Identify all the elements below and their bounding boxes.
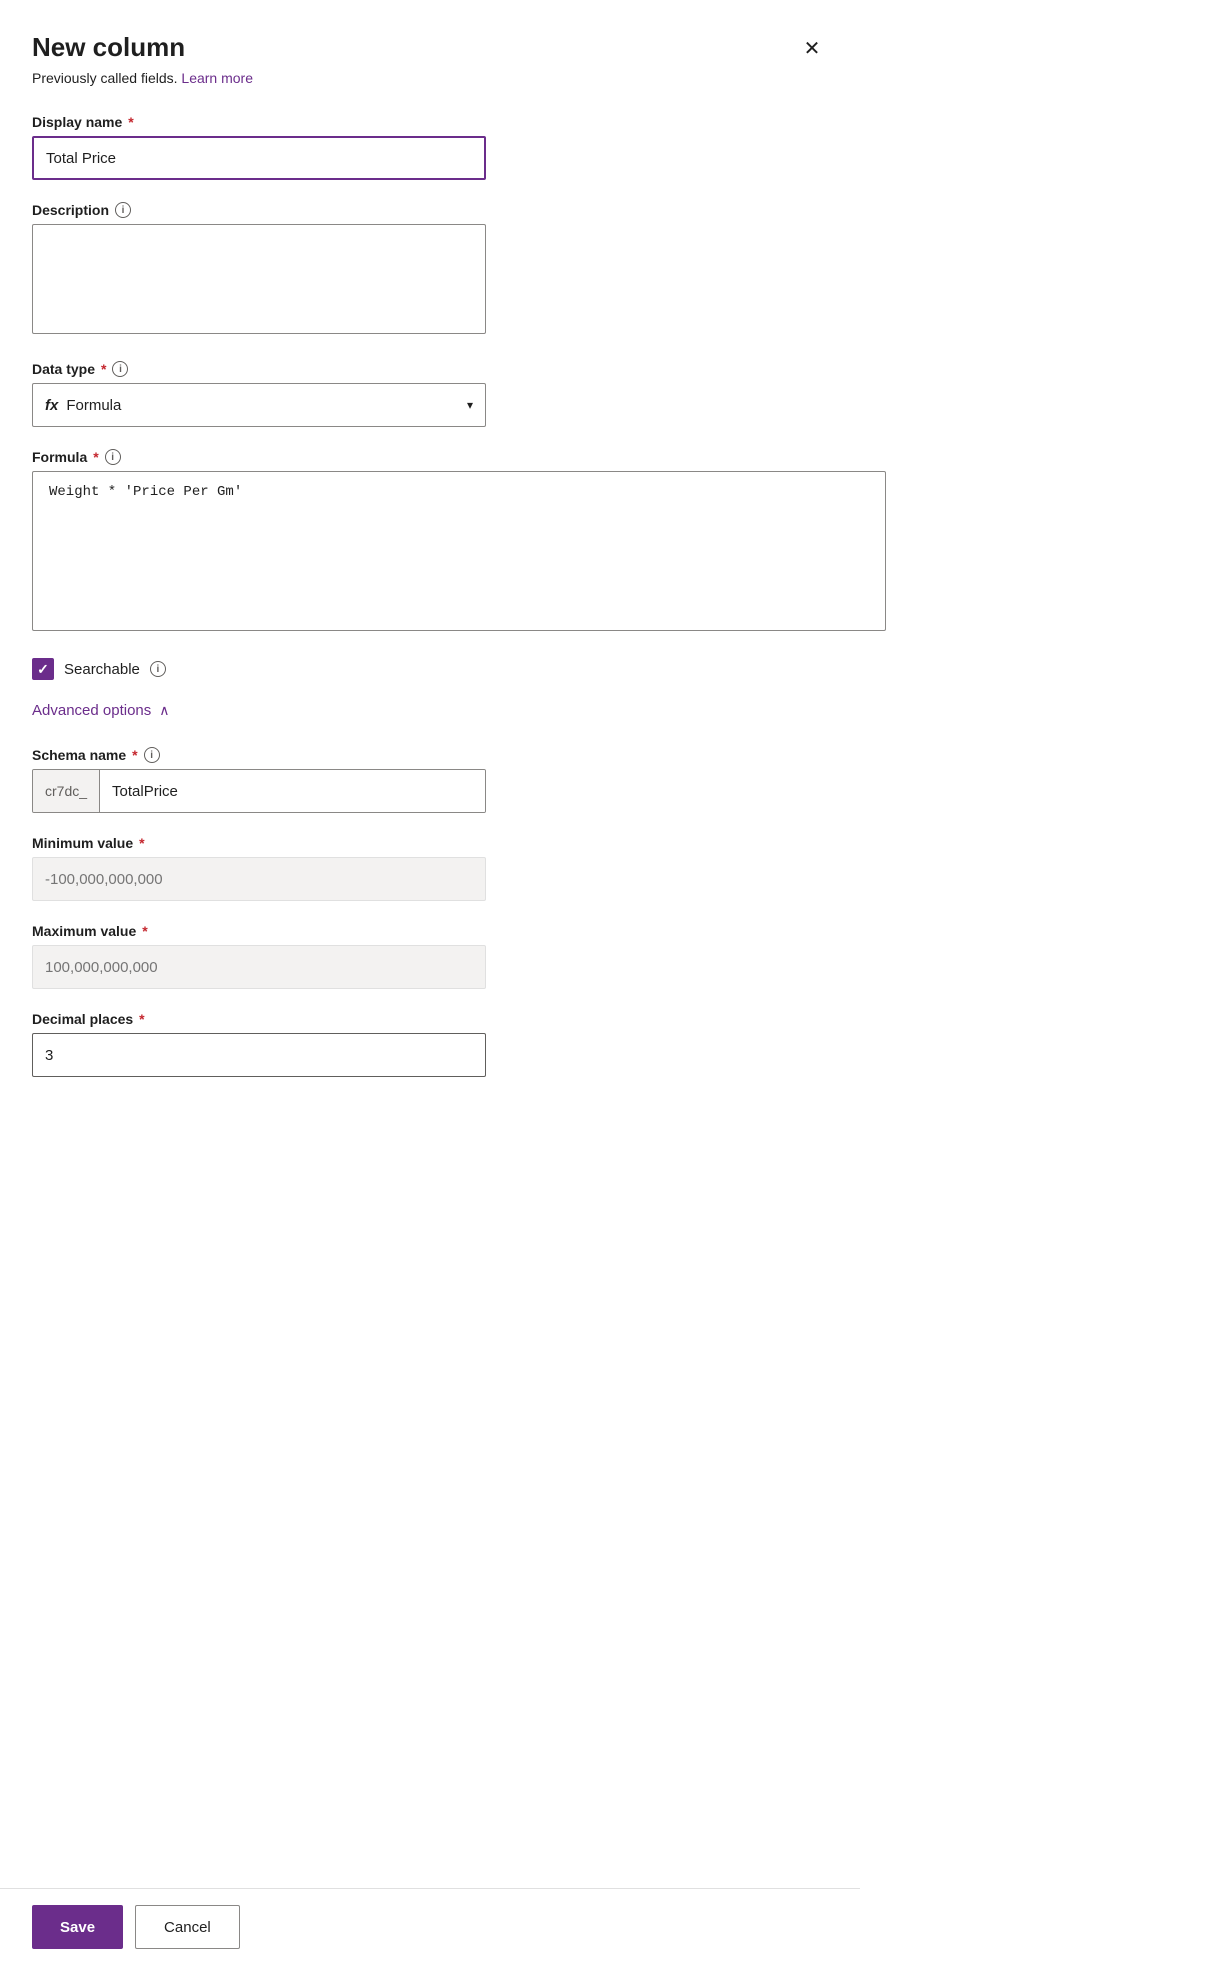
close-button[interactable]: ✕ [796,32,828,64]
searchable-checkbox-wrapper[interactable]: ✓ [32,658,54,680]
decimal-places-input[interactable] [32,1033,486,1077]
description-group: Description i [32,202,828,339]
subtitle: Previously called fields. Learn more [32,70,828,86]
maximum-value-label: Maximum value * [32,923,828,939]
panel-title: New column [32,32,185,63]
schema-name-label: Schema name * i [32,747,828,763]
advanced-options-chevron: ∧ [159,702,169,719]
formula-required: * [93,449,98,465]
schema-name-group: Schema name * i cr7dc_ [32,747,828,813]
formula-wrapper: Weight * 'Price Per Gm' [32,471,886,636]
description-input[interactable] [32,224,486,334]
footer: Save Cancel [0,1888,860,1965]
data-type-select[interactable]: fx Formula ▾ [32,383,486,427]
formula-info-icon[interactable]: i [105,449,121,465]
display-name-required: * [128,114,133,130]
decimal-places-group: Decimal places * [32,1011,828,1077]
data-type-chevron: ▾ [467,398,473,412]
learn-more-link[interactable]: Learn more [181,70,253,86]
minimum-value-input [32,857,486,901]
decimal-places-required: * [139,1011,144,1027]
data-type-required: * [101,361,106,377]
data-type-group: Data type * i fx Formula ▾ [32,361,828,427]
formula-input[interactable]: Weight * 'Price Per Gm' [32,471,886,631]
minimum-value-group: Minimum value * [32,835,828,901]
searchable-label: Searchable [64,661,140,678]
description-label: Description i [32,202,828,218]
display-name-label: Display name * [32,114,828,130]
schema-prefix: cr7dc_ [33,770,100,812]
schema-name-required: * [132,747,137,763]
display-name-input[interactable] [32,136,486,180]
cancel-button[interactable]: Cancel [135,1905,240,1949]
schema-name-input[interactable] [100,770,485,812]
advanced-section: Schema name * i cr7dc_ Minimum value * M… [32,747,828,1077]
save-button[interactable]: Save [32,1905,123,1949]
description-info-icon[interactable]: i [115,202,131,218]
maximum-value-input [32,945,486,989]
maximum-value-group: Maximum value * [32,923,828,989]
display-name-group: Display name * [32,114,828,180]
minimum-value-label: Minimum value * [32,835,828,851]
fx-icon: fx [45,397,58,414]
decimal-places-label: Decimal places * [32,1011,828,1027]
formula-group: Formula * i Weight * 'Price Per Gm' [32,449,828,636]
schema-name-info-icon[interactable]: i [144,747,160,763]
advanced-options-toggle[interactable]: Advanced options ∧ [32,702,170,719]
searchable-info-icon[interactable]: i [150,661,166,677]
schema-input-wrapper: cr7dc_ [32,769,486,813]
data-type-label: Data type * i [32,361,828,377]
searchable-row: ✓ Searchable i [32,658,828,680]
maximum-value-required: * [142,923,147,939]
minimum-value-required: * [139,835,144,851]
formula-label: Formula * i [32,449,828,465]
data-type-info-icon[interactable]: i [112,361,128,377]
